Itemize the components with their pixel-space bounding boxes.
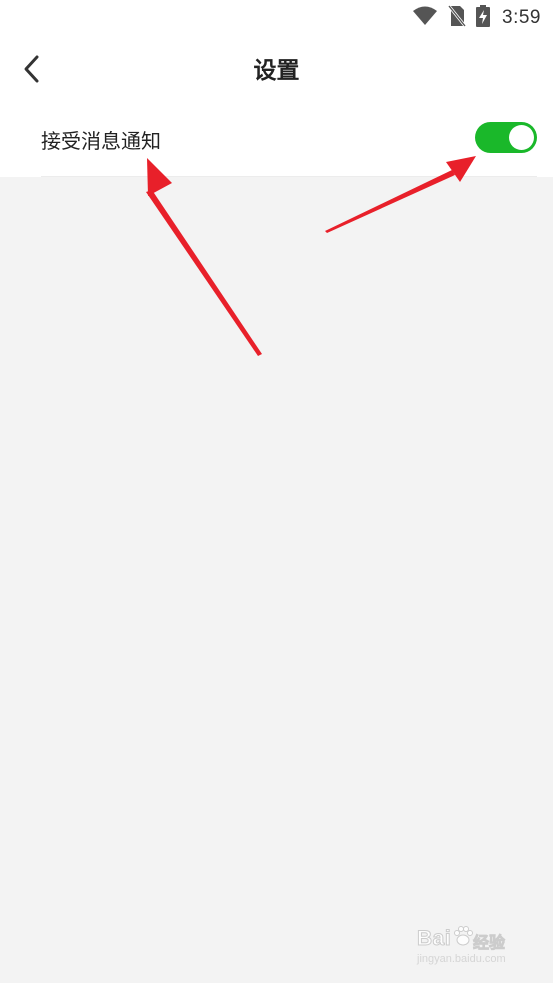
- wifi-icon: [412, 6, 438, 30]
- status-time: 3:59: [502, 7, 541, 28]
- watermark-brand: Bai: [416, 927, 452, 951]
- row-label-notifications: 接受消息通知: [41, 129, 161, 153]
- annotation-arrow-label: [146, 158, 262, 356]
- toggle-knob: [509, 125, 534, 150]
- settings-list: 接受消息通知: [0, 106, 553, 177]
- paw-icon: [453, 925, 473, 951]
- watermark: Bai 经验 jingyan.baidu.com: [416, 923, 527, 969]
- watermark-cn: 经验: [473, 933, 506, 953]
- app-header: 设置: [0, 36, 553, 106]
- battery-charging-icon: [476, 5, 491, 31]
- no-sim-icon: [447, 5, 467, 31]
- notifications-toggle[interactable]: [475, 122, 537, 153]
- page-title: 设置: [253, 58, 300, 84]
- settings-row-notifications: 接受消息通知: [0, 106, 553, 177]
- status-icons: 3:59: [412, 5, 541, 31]
- status-bar: 3:59: [0, 0, 553, 36]
- watermark-url: jingyan.baidu.com: [417, 953, 506, 965]
- row-divider: [41, 176, 537, 177]
